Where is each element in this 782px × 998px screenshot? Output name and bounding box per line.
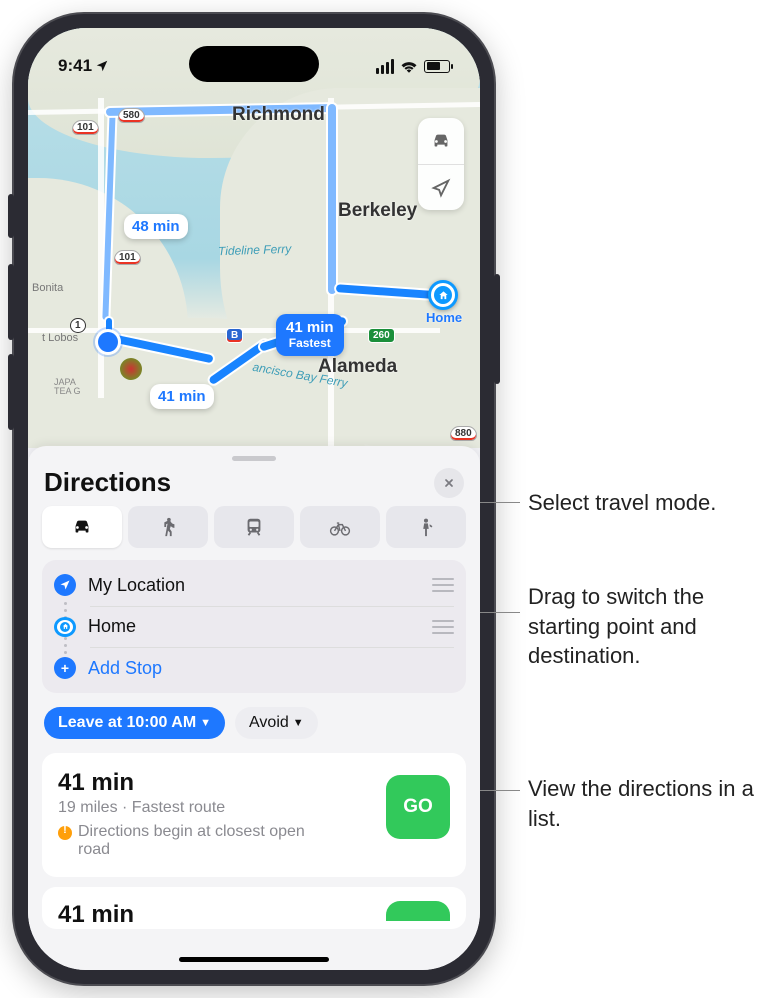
- car-icon: [430, 130, 452, 152]
- route-card-1[interactable]: 41 min 19 miles · Fastest route Directio…: [42, 753, 466, 877]
- destination-pin-home[interactable]: [428, 280, 458, 310]
- reorder-handle-origin[interactable]: [432, 578, 454, 592]
- map-label-ptlobos: t Lobos: [42, 332, 78, 344]
- mode-rideshare[interactable]: [386, 506, 466, 548]
- cell-signal-icon: [376, 59, 394, 74]
- go-button-2[interactable]: [386, 901, 450, 921]
- chevron-down-icon: ▼: [293, 717, 304, 729]
- go-button[interactable]: GO: [386, 775, 450, 839]
- volume-down-button: [8, 354, 14, 430]
- add-stop-button[interactable]: + Add Stop: [42, 647, 466, 689]
- route-callout-primary[interactable]: 41 min Fastest: [276, 314, 344, 356]
- callout-list: View the directions in a list.: [528, 774, 778, 833]
- bike-icon: [329, 516, 351, 538]
- map-view[interactable]: Richmond Berkeley Alameda Tideline Ferry…: [28, 28, 480, 448]
- map-mode-button[interactable]: [418, 118, 464, 164]
- map-locate-button[interactable]: [418, 164, 464, 210]
- close-button[interactable]: [434, 468, 464, 498]
- home-indicator[interactable]: [179, 957, 329, 962]
- route-callout-primary-sub: Fastest: [286, 337, 334, 350]
- map-label-bonita: Bonita: [32, 282, 63, 294]
- destination-pin-label: Home: [426, 310, 462, 325]
- stop-destination-label: Home: [88, 616, 420, 637]
- route-callout-primary-time: 41 min: [286, 319, 334, 336]
- close-icon: [443, 477, 455, 489]
- shield-i880: 880: [450, 426, 477, 441]
- location-services-icon: [95, 59, 109, 73]
- route1-time: 41 min: [58, 769, 372, 797]
- location-arrow-icon: [430, 177, 452, 199]
- route-callout-alt-south[interactable]: 41 min: [150, 384, 214, 409]
- avoid-button[interactable]: Avoid ▼: [235, 707, 318, 739]
- origin-pin[interactable]: [98, 332, 118, 352]
- dynamic-island: [189, 46, 319, 82]
- chevron-down-icon: ▼: [200, 717, 211, 729]
- go-button-label: GO: [403, 796, 433, 818]
- travel-mode-segmented: [42, 506, 466, 548]
- route1-warning: Directions begin at closest open road: [78, 823, 318, 859]
- route-callout-alt-north[interactable]: 48 min: [124, 214, 188, 239]
- shield-us101-a: 101: [72, 120, 99, 135]
- home-stop-icon: [54, 617, 76, 637]
- route-card-2[interactable]: 41 min: [42, 887, 466, 929]
- stop-origin-row[interactable]: My Location: [42, 564, 466, 606]
- home-icon: [438, 290, 449, 301]
- stops-card: My Location Home + Add Stop: [42, 560, 466, 693]
- map-label-japtea: JAPA TEA G: [54, 378, 81, 396]
- status-time: 9:41: [58, 56, 92, 76]
- callout-drag: Drag to switch the starting point and de…: [528, 582, 778, 671]
- battery-icon: [424, 60, 450, 73]
- directions-sheet: Directions: [28, 446, 480, 970]
- shield-ca260: 260: [368, 328, 395, 343]
- callout-travel-mode: Select travel mode.: [528, 488, 716, 518]
- location-arrow-icon: [54, 574, 76, 596]
- volume-up-button: [8, 264, 14, 340]
- add-stop-label: Add Stop: [88, 658, 454, 679]
- warning-icon: [58, 826, 72, 840]
- transit-icon: [243, 516, 265, 538]
- plus-icon: +: [54, 657, 76, 679]
- avoid-label: Avoid: [249, 714, 289, 732]
- leave-time-button[interactable]: Leave at 10:00 AM ▼: [44, 707, 225, 739]
- stop-destination-row[interactable]: Home: [42, 606, 466, 647]
- mode-drive[interactable]: [42, 506, 122, 548]
- sheet-grabber[interactable]: [232, 456, 276, 461]
- sheet-title: Directions: [44, 467, 171, 498]
- mode-transit[interactable]: [214, 506, 294, 548]
- stop-origin-label: My Location: [88, 575, 420, 596]
- car-icon: [71, 516, 93, 538]
- walk-icon: [157, 516, 179, 538]
- phone-screen: 9:41: [28, 28, 480, 970]
- leave-time-label: Leave at 10:00 AM: [58, 714, 196, 732]
- rideshare-icon: [415, 516, 437, 538]
- map-controls: [418, 118, 464, 210]
- mode-walk[interactable]: [128, 506, 208, 548]
- route1-subtitle: 19 miles · Fastest route: [58, 799, 372, 817]
- wifi-icon: [400, 59, 418, 73]
- shield-us101-b: 101: [114, 250, 141, 265]
- reorder-handle-destination[interactable]: [432, 620, 454, 634]
- iphone-frame: 9:41: [14, 14, 494, 984]
- bart-icon: B: [226, 328, 243, 343]
- poi-marker[interactable]: [120, 358, 142, 380]
- mode-bike[interactable]: [300, 506, 380, 548]
- volume-switch: [8, 194, 14, 238]
- route2-time: 41 min: [58, 901, 372, 929]
- shield-ca1: 1: [70, 318, 86, 333]
- shield-i580: 580: [118, 108, 145, 123]
- power-button: [494, 274, 500, 384]
